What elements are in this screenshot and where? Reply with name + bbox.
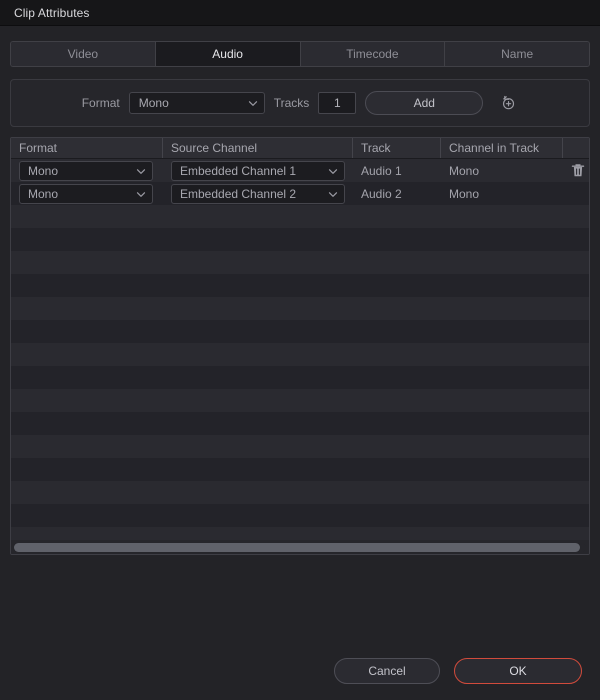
- window-title: Clip Attributes: [14, 5, 90, 20]
- table-empty-row: [11, 389, 589, 412]
- table-empty-row: [11, 205, 589, 228]
- table-empty-row: [11, 435, 589, 458]
- table-row[interactable]: Mono Embedded Channel 2 Audio 2 Mono: [11, 182, 589, 205]
- tab-audio[interactable]: Audio: [155, 42, 301, 66]
- table-empty-row: [11, 320, 589, 343]
- cell-source-channel: Embedded Channel 2: [163, 182, 353, 205]
- table-empty-row: [11, 343, 589, 366]
- cell-actions: [563, 182, 589, 205]
- add-button[interactable]: Add: [365, 91, 484, 115]
- tracks-label: Tracks: [273, 96, 310, 110]
- chevron-down-icon: [328, 189, 338, 198]
- row-format-select[interactable]: Mono: [19, 160, 153, 181]
- table-empty-row: [11, 504, 589, 527]
- row-source-channel-select[interactable]: Embedded Channel 2: [171, 183, 345, 204]
- format-select-value: Mono: [138, 96, 169, 110]
- tab-bar: Video Audio Timecode Name: [10, 41, 590, 67]
- table-empty-row: [11, 251, 589, 274]
- audio-channels-table: Format Source Channel Track Channel in T…: [10, 137, 590, 555]
- ok-button-label: OK: [509, 664, 527, 678]
- cell-format: Mono: [11, 182, 163, 205]
- table-empty-row: [11, 297, 589, 320]
- cell-track: Audio 2: [361, 186, 402, 201]
- scrollbar-thumb[interactable]: [14, 542, 581, 552]
- row-source-channel-value: Embedded Channel 1: [180, 163, 297, 178]
- cell-source-channel: Embedded Channel 1: [163, 159, 353, 182]
- table-horizontal-scrollbar[interactable]: [11, 540, 589, 554]
- scrollbar-track[interactable]: [14, 542, 586, 552]
- table-row[interactable]: Mono Embedded Channel 1 Audio 1 Mono: [11, 159, 589, 182]
- ok-button[interactable]: OK: [454, 658, 582, 684]
- row-format-select-value: Mono: [28, 186, 59, 201]
- column-header-track[interactable]: Track: [353, 138, 441, 158]
- tab-timecode-label: Timecode: [346, 47, 399, 61]
- cell-channel-in-track: Mono: [449, 163, 480, 178]
- table-empty-row: [11, 274, 589, 297]
- row-source-channel-select[interactable]: Embedded Channel 1: [171, 160, 345, 181]
- tab-video-label: Video: [67, 47, 99, 61]
- tab-audio-label: Audio: [212, 47, 243, 61]
- add-track-controls: Format Mono Tracks Add: [82, 91, 519, 115]
- row-format-select[interactable]: Mono: [19, 183, 153, 204]
- row-format-select-value: Mono: [28, 163, 59, 178]
- add-button-label: Add: [413, 96, 435, 110]
- column-header-actions: [563, 138, 589, 158]
- format-label: Format: [81, 96, 120, 110]
- table-empty-row: [11, 458, 589, 481]
- reset-add-icon[interactable]: [498, 93, 518, 113]
- cell-actions: [563, 159, 589, 182]
- chevron-down-icon: [248, 99, 257, 108]
- chevron-down-icon: [328, 166, 338, 175]
- trash-icon[interactable]: [571, 163, 585, 178]
- table-empty-row: [11, 481, 589, 504]
- tracks-input[interactable]: [318, 92, 357, 114]
- tab-name-label: Name: [501, 47, 534, 61]
- column-header-format[interactable]: Format: [11, 138, 163, 158]
- cancel-button[interactable]: Cancel: [334, 658, 440, 684]
- column-header-source-channel[interactable]: Source Channel: [163, 138, 353, 158]
- table-empty-row: [11, 412, 589, 435]
- format-select[interactable]: Mono: [128, 92, 265, 114]
- table-empty-row: [11, 228, 589, 251]
- tab-timecode[interactable]: Timecode: [300, 42, 446, 66]
- table-empty-rows: [11, 205, 589, 540]
- audio-add-controls-panel: Format Mono Tracks Add: [10, 79, 590, 127]
- tab-name[interactable]: Name: [445, 42, 589, 66]
- table-empty-row: [11, 527, 589, 540]
- chevron-down-icon: [136, 166, 146, 175]
- tab-video[interactable]: Video: [11, 42, 156, 66]
- cancel-button-label: Cancel: [368, 664, 406, 678]
- cell-format: Mono: [11, 159, 163, 182]
- row-source-channel-value: Embedded Channel 2: [180, 186, 297, 201]
- cell-channel-in-track: Mono: [449, 186, 480, 201]
- column-header-channel-in-track[interactable]: Channel in Track: [441, 138, 563, 158]
- table-empty-row: [11, 366, 589, 389]
- cell-track: Audio 1: [361, 163, 402, 178]
- table-header-row: Format Source Channel Track Channel in T…: [11, 138, 589, 159]
- table-body: Mono Embedded Channel 1 Audio 1 Mono Mon…: [11, 159, 589, 540]
- window-titlebar: Clip Attributes: [0, 0, 600, 26]
- chevron-down-icon: [136, 189, 146, 198]
- dialog-footer: Cancel OK: [0, 642, 600, 700]
